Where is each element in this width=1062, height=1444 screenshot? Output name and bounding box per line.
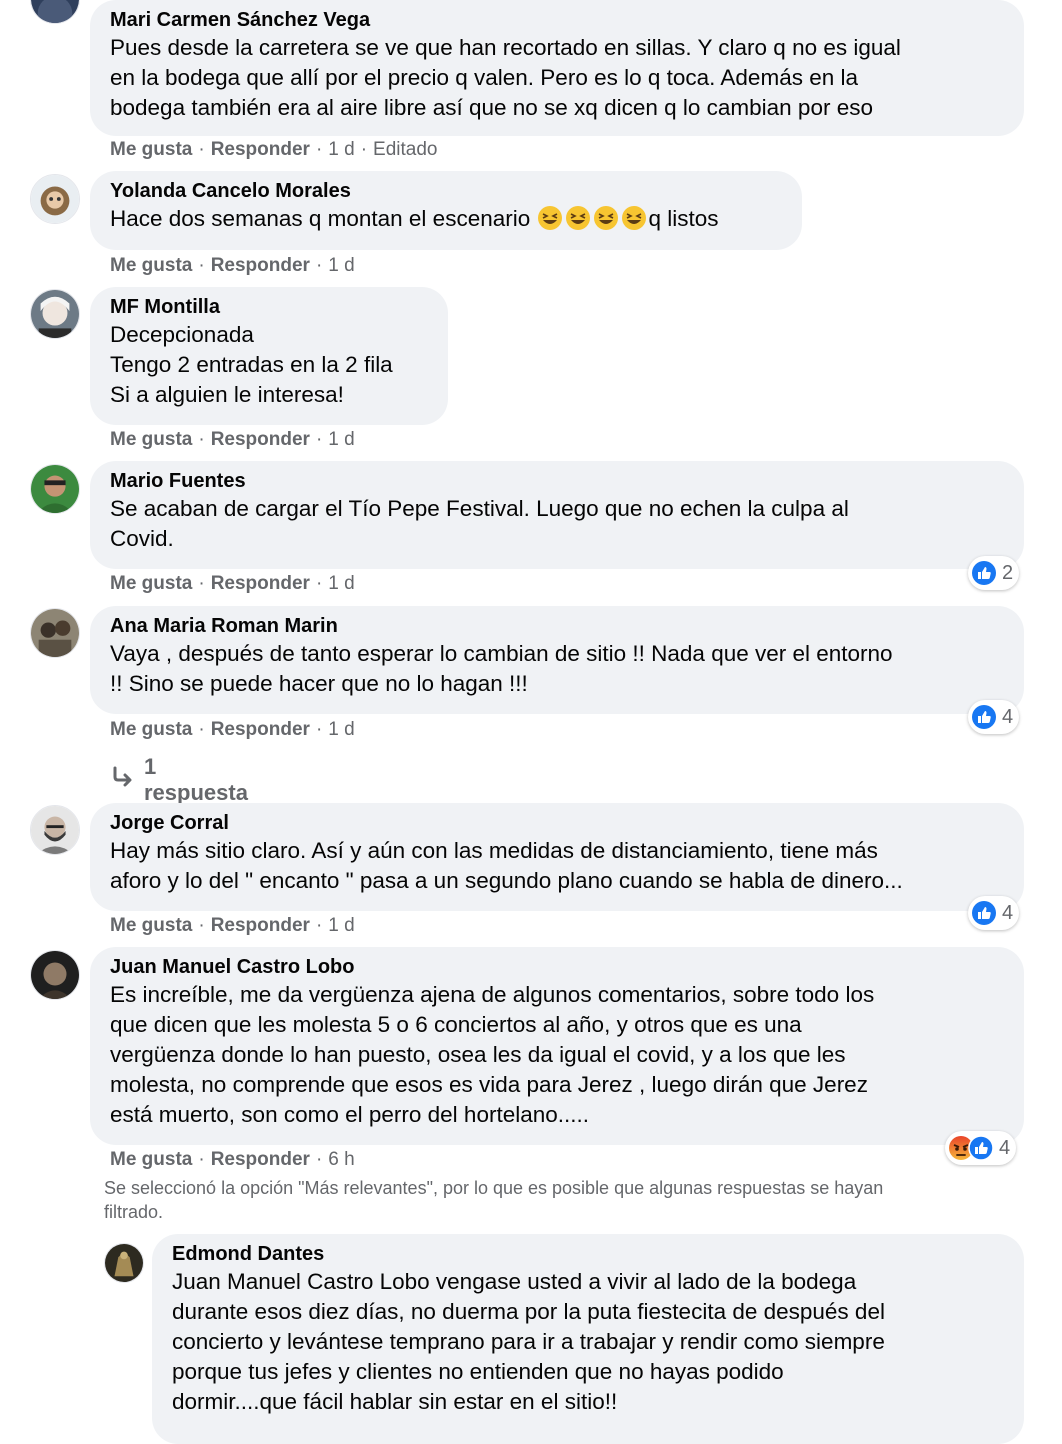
comment-timestamp[interactable]: 1 d: [328, 429, 354, 450]
avatar[interactable]: [30, 464, 80, 514]
reaction-count: 4: [1002, 705, 1014, 728]
comment-text: Se acaban de cargar el Tío Pepe Festival…: [110, 496, 849, 551]
reply-arrow-icon: [110, 764, 144, 796]
like-icon: [971, 560, 997, 586]
comment-bubble: Mari Carmen Sánchez Vega Pues desde la c…: [90, 0, 1024, 136]
comment-bubble: Juan Manuel Castro Lobo Es increíble, me…: [90, 947, 1024, 1145]
like-button[interactable]: Me gusta: [110, 573, 192, 594]
reaction-summary[interactable]: 4: [945, 1131, 1017, 1165]
avatar[interactable]: [30, 950, 80, 1000]
filter-notice: Se seleccionó la opción "Más relevantes"…: [104, 1176, 1024, 1224]
reply-button[interactable]: Responder: [211, 1149, 310, 1170]
edited-label: Editado: [373, 139, 438, 160]
comment-bubble: Mario Fuentes Se acaban de cargar el Tío…: [90, 461, 1024, 569]
like-icon: [971, 704, 997, 730]
reaction-count: 4: [1002, 901, 1014, 924]
like-button[interactable]: Me gusta: [110, 429, 192, 450]
comment-timestamp[interactable]: 6 h: [328, 1149, 354, 1170]
comment-timestamp[interactable]: 1 d: [328, 573, 354, 594]
view-replies-link[interactable]: 1 respuesta: [110, 754, 248, 806]
comment-text: Vaya , después de tanto esperar lo cambi…: [110, 641, 893, 696]
reply-button[interactable]: Responder: [211, 429, 310, 450]
comment-timestamp[interactable]: 1 d: [328, 139, 354, 160]
like-button[interactable]: Me gusta: [110, 139, 192, 160]
reply-button[interactable]: Responder: [211, 139, 310, 160]
comment-text: Hay más sitio claro. Así y aún con las m…: [110, 838, 903, 893]
like-button[interactable]: Me gusta: [110, 719, 192, 740]
reply-button[interactable]: Responder: [211, 255, 310, 276]
comment-text: Juan Manuel Castro Lobo vengase usted a …: [172, 1269, 885, 1414]
reply-button[interactable]: Responder: [211, 573, 310, 594]
reaction-count: 2: [1002, 561, 1014, 584]
comment-actions: Me gusta · Responder · 1 d: [110, 429, 355, 450]
comment-text: Pues desde la carretera se ve que han re…: [110, 35, 901, 120]
comment-actions: Me gusta · Responder · 1 d: [110, 719, 355, 740]
replies-count-label[interactable]: 1 respuesta: [144, 754, 248, 806]
comment-text: Decepcionada Tengo 2 entradas en la 2 fi…: [110, 322, 393, 407]
reply-button[interactable]: Responder: [211, 719, 310, 740]
comment-author[interactable]: Jorge Corral: [110, 810, 1004, 836]
comment-author[interactable]: Mario Fuentes: [110, 468, 1004, 494]
comment-text: Hace dos semanas q montan el escenario q…: [110, 206, 719, 231]
avatar[interactable]: [30, 289, 80, 339]
reaction-summary[interactable]: 4: [968, 700, 1020, 734]
filter-notice-text: Se seleccionó la opción "Más relevantes"…: [104, 1178, 884, 1222]
reaction-count: 4: [999, 1136, 1011, 1159]
comment-author[interactable]: Mari Carmen Sánchez Vega: [110, 7, 1004, 33]
reply-button[interactable]: Responder: [211, 915, 310, 936]
avatar[interactable]: [30, 805, 80, 855]
avatar[interactable]: [30, 608, 80, 658]
like-button[interactable]: Me gusta: [110, 1149, 192, 1170]
comment-author[interactable]: Yolanda Cancelo Morales: [110, 178, 782, 204]
avatar[interactable]: [30, 0, 80, 24]
comment-author[interactable]: MF Montilla: [110, 294, 428, 320]
comment-bubble: Yolanda Cancelo Morales Hace dos semanas…: [90, 171, 802, 250]
like-button[interactable]: Me gusta: [110, 915, 192, 936]
comment-thread: Mari Carmen Sánchez Vega Pues desde la c…: [0, 0, 1062, 1444]
comment-text: Es increíble, me da vergüenza ajena de a…: [110, 982, 875, 1127]
comment-timestamp[interactable]: 1 d: [328, 915, 354, 936]
comment-actions: Me gusta · Responder · 1 d: [110, 915, 355, 936]
comment-bubble: Jorge Corral Hay más sitio claro. Así y …: [90, 803, 1024, 911]
like-icon: [971, 900, 997, 926]
comment-actions: Me gusta · Responder · 6 h: [110, 1149, 355, 1170]
comment-author[interactable]: Edmond Dantes: [172, 1241, 1004, 1267]
comment-bubble: Ana Maria Roman Marin Vaya , después de …: [90, 606, 1024, 714]
comment-actions: Me gusta · Responder · 1 d · Editado: [110, 139, 438, 160]
reaction-summary[interactable]: 2: [968, 556, 1020, 590]
comment-timestamp[interactable]: 1 d: [328, 255, 354, 276]
comment-author[interactable]: Ana Maria Roman Marin: [110, 613, 1004, 639]
grinning-squinting-face-icon: [537, 206, 649, 231]
reaction-summary[interactable]: 4: [968, 896, 1020, 930]
comment-author[interactable]: Juan Manuel Castro Lobo: [110, 954, 1004, 980]
like-button[interactable]: Me gusta: [110, 255, 192, 276]
like-icon: [968, 1135, 994, 1161]
comment-bubble: Edmond Dantes Juan Manuel Castro Lobo ve…: [152, 1234, 1024, 1444]
avatar[interactable]: [30, 174, 80, 224]
comment-timestamp[interactable]: 1 d: [328, 719, 354, 740]
comment-actions: Me gusta · Responder · 1 d: [110, 255, 355, 276]
comment-actions: Me gusta · Responder · 1 d: [110, 573, 355, 594]
avatar[interactable]: [104, 1243, 144, 1283]
comment-bubble: MF Montilla Decepcionada Tengo 2 entrada…: [90, 287, 448, 425]
